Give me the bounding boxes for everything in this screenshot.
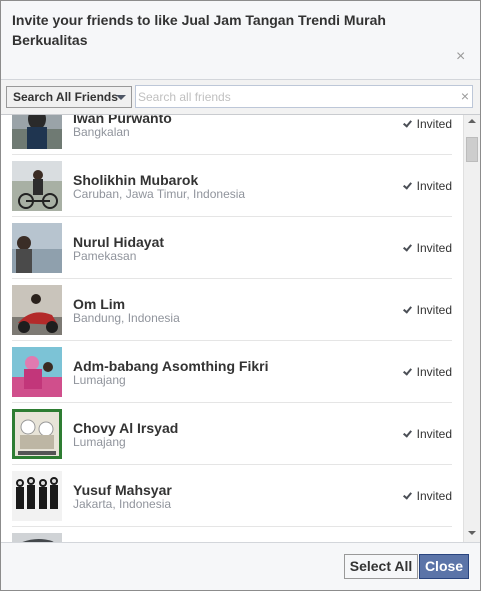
invited-status: Invited bbox=[404, 427, 452, 441]
invite-friends-dialog: Invite your friends to like Jual Jam Tan… bbox=[0, 0, 481, 591]
invited-status: Invited bbox=[404, 179, 452, 193]
friend-row[interactable]: Om Lim Bandung, Indonesia Invited bbox=[12, 279, 452, 341]
select-all-button[interactable]: Select All bbox=[344, 554, 418, 579]
friends-filter-label: Search All Friends bbox=[13, 90, 118, 104]
scroll-down-arrow-icon[interactable] bbox=[468, 531, 476, 535]
friends-filter-dropdown[interactable]: Search All Friends bbox=[6, 86, 132, 108]
close-icon[interactable]: × bbox=[456, 49, 465, 65]
friend-row[interactable]: Chovy Al Irsyad Lumajang Invited bbox=[12, 403, 452, 465]
invited-status: Invited bbox=[404, 303, 452, 317]
search-toolbar: Search All Friends × bbox=[1, 80, 480, 115]
friend-location: Bandung, Indonesia bbox=[73, 311, 180, 325]
invited-label: Invited bbox=[416, 427, 452, 441]
invited-status: Invited bbox=[404, 489, 452, 503]
clear-search-icon[interactable]: × bbox=[461, 88, 469, 105]
avatar bbox=[12, 223, 62, 273]
invited-status: Invited bbox=[404, 241, 452, 255]
friend-location: Bangkalan bbox=[73, 125, 130, 139]
friend-row[interactable]: Iwan Purwanto Bangkalan Invited bbox=[12, 115, 452, 155]
friend-name: Sholikhin Mubarok bbox=[73, 172, 199, 188]
dialog-footer: Select All Close bbox=[1, 542, 480, 590]
invited-label: Invited bbox=[416, 303, 452, 317]
scroll-up-arrow-icon[interactable] bbox=[468, 119, 476, 123]
invited-status: Invited bbox=[404, 365, 452, 379]
friend-row[interactable]: Sholikhin Mubarok Caruban, Jawa Timur, I… bbox=[12, 155, 452, 217]
friend-name: Adm-babang Asomthing Fikri bbox=[73, 358, 269, 374]
friend-row[interactable]: Adm-babang Asomthing Fikri Lumajang Invi… bbox=[12, 341, 452, 403]
dialog-title: Invite your friends to like Jual Jam Tan… bbox=[12, 12, 386, 48]
avatar bbox=[12, 533, 62, 542]
friend-name: Chovy Al Irsyad bbox=[73, 420, 179, 436]
avatar bbox=[12, 471, 62, 521]
check-icon bbox=[404, 367, 413, 376]
invited-label: Invited bbox=[416, 241, 452, 255]
invited-label: Invited bbox=[416, 179, 452, 193]
invited-label: Invited bbox=[416, 117, 452, 131]
dialog-header: Invite your friends to like Jual Jam Tan… bbox=[1, 1, 480, 80]
invited-label: Invited bbox=[416, 489, 452, 503]
friend-row[interactable] bbox=[12, 527, 452, 542]
avatar bbox=[12, 161, 62, 211]
close-button[interactable]: Close bbox=[419, 554, 469, 579]
check-icon bbox=[404, 429, 413, 438]
friend-name: Om Lim bbox=[73, 296, 126, 312]
check-icon bbox=[404, 181, 413, 190]
avatar bbox=[12, 347, 62, 397]
friend-location: Lumajang bbox=[73, 373, 126, 387]
friends-list: Iwan Purwanto Bangkalan Invited Sholikhi… bbox=[1, 115, 463, 542]
friend-name: Yusuf Mahsyar bbox=[73, 482, 172, 498]
friend-location: Pamekasan bbox=[73, 249, 137, 263]
friend-name: Nurul Hidayat bbox=[73, 234, 165, 250]
check-icon bbox=[404, 491, 413, 500]
friends-list-viewport: Iwan Purwanto Bangkalan Invited Sholikhi… bbox=[1, 115, 480, 542]
chevron-down-icon bbox=[116, 95, 126, 100]
friend-location: Lumajang bbox=[73, 435, 126, 449]
friends-list-scrollbar[interactable] bbox=[463, 115, 480, 542]
scroll-thumb[interactable] bbox=[466, 137, 478, 162]
check-icon bbox=[404, 119, 413, 128]
check-icon bbox=[404, 305, 413, 314]
check-icon bbox=[404, 243, 413, 252]
avatar bbox=[12, 409, 62, 459]
invited-label: Invited bbox=[416, 365, 452, 379]
friend-location: Caruban, Jawa Timur, Indonesia bbox=[73, 187, 246, 201]
avatar bbox=[12, 115, 62, 149]
friend-row[interactable]: Nurul Hidayat Pamekasan Invited bbox=[12, 217, 452, 279]
friend-row[interactable]: Yusuf Mahsyar Jakarta, Indonesia Invited bbox=[12, 465, 452, 527]
friend-location: Jakarta, Indonesia bbox=[73, 497, 172, 511]
search-input[interactable] bbox=[138, 88, 448, 105]
search-box: × bbox=[135, 85, 473, 108]
invited-status: Invited bbox=[404, 117, 452, 131]
avatar bbox=[12, 285, 62, 335]
